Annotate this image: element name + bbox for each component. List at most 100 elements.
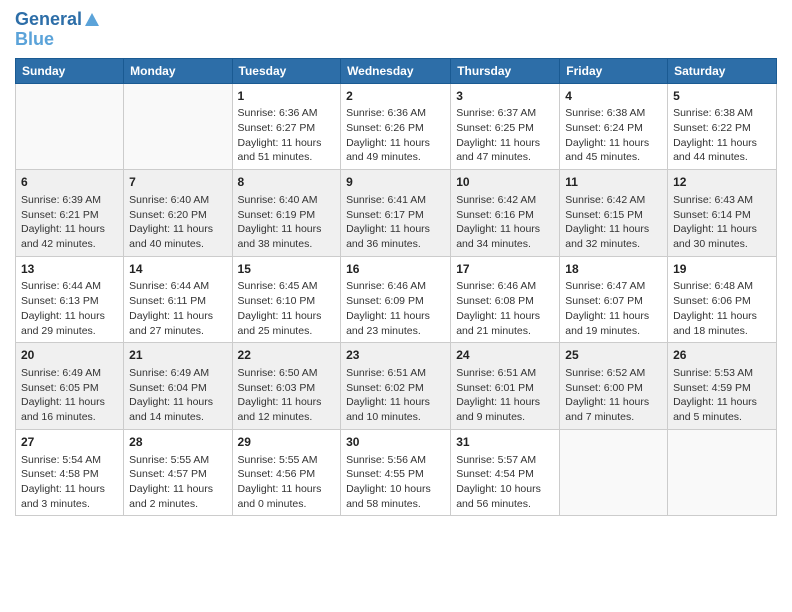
day-number: 16 — [346, 261, 445, 278]
daylight-text: Daylight: 11 hours and 7 minutes. — [565, 396, 649, 423]
daylight-text: Daylight: 11 hours and 9 minutes. — [456, 396, 540, 423]
day-number: 2 — [346, 88, 445, 105]
sunset-text: Sunset: 6:21 PM — [21, 209, 99, 221]
day-number: 21 — [129, 347, 226, 364]
calendar-cell: 15Sunrise: 6:45 AMSunset: 6:10 PMDayligh… — [232, 256, 341, 343]
daylight-text: Daylight: 11 hours and 44 minutes. — [673, 137, 757, 164]
logo-general: General — [15, 10, 82, 30]
sunrise-text: Sunrise: 5:57 AM — [456, 454, 536, 466]
daylight-text: Daylight: 11 hours and 23 minutes. — [346, 310, 430, 337]
calendar-cell: 9Sunrise: 6:41 AMSunset: 6:17 PMDaylight… — [341, 170, 451, 257]
sunrise-text: Sunrise: 6:40 AM — [238, 194, 318, 206]
sunset-text: Sunset: 6:17 PM — [346, 209, 424, 221]
sunrise-text: Sunrise: 6:44 AM — [21, 280, 101, 292]
sunrise-text: Sunrise: 5:56 AM — [346, 454, 426, 466]
sunrise-text: Sunrise: 5:54 AM — [21, 454, 101, 466]
sunset-text: Sunset: 6:07 PM — [565, 295, 643, 307]
day-number: 20 — [21, 347, 118, 364]
calendar-cell: 30Sunrise: 5:56 AMSunset: 4:55 PMDayligh… — [341, 429, 451, 516]
calendar-cell — [16, 83, 124, 170]
logo: General Blue — [15, 10, 100, 50]
calendar-cell: 25Sunrise: 6:52 AMSunset: 6:00 PMDayligh… — [560, 343, 668, 430]
day-number: 6 — [21, 174, 118, 191]
sunset-text: Sunset: 6:05 PM — [21, 382, 99, 394]
sunset-text: Sunset: 6:03 PM — [238, 382, 316, 394]
calendar-cell — [668, 429, 777, 516]
daylight-text: Daylight: 11 hours and 47 minutes. — [456, 137, 540, 164]
calendar-cell: 17Sunrise: 6:46 AMSunset: 6:08 PMDayligh… — [451, 256, 560, 343]
daylight-text: Daylight: 11 hours and 27 minutes. — [129, 310, 213, 337]
sunrise-text: Sunrise: 6:48 AM — [673, 280, 753, 292]
day-number: 23 — [346, 347, 445, 364]
day-number: 31 — [456, 434, 554, 451]
sunset-text: Sunset: 4:54 PM — [456, 468, 534, 480]
day-number: 29 — [238, 434, 336, 451]
sunrise-text: Sunrise: 6:52 AM — [565, 367, 645, 379]
day-number: 14 — [129, 261, 226, 278]
sunset-text: Sunset: 6:04 PM — [129, 382, 207, 394]
calendar-cell: 10Sunrise: 6:42 AMSunset: 6:16 PMDayligh… — [451, 170, 560, 257]
sunrise-text: Sunrise: 6:43 AM — [673, 194, 753, 206]
daylight-text: Daylight: 11 hours and 21 minutes. — [456, 310, 540, 337]
calendar-cell — [560, 429, 668, 516]
sunset-text: Sunset: 4:58 PM — [21, 468, 99, 480]
daylight-text: Daylight: 11 hours and 5 minutes. — [673, 396, 757, 423]
calendar-cell: 27Sunrise: 5:54 AMSunset: 4:58 PMDayligh… — [16, 429, 124, 516]
day-number: 24 — [456, 347, 554, 364]
sunrise-text: Sunrise: 6:40 AM — [129, 194, 209, 206]
calendar-cell: 28Sunrise: 5:55 AMSunset: 4:57 PMDayligh… — [124, 429, 232, 516]
day-header-sunday: Sunday — [16, 58, 124, 83]
sunset-text: Sunset: 6:22 PM — [673, 122, 751, 134]
sunset-text: Sunset: 6:14 PM — [673, 209, 751, 221]
daylight-text: Daylight: 11 hours and 0 minutes. — [238, 483, 322, 510]
sunset-text: Sunset: 6:09 PM — [346, 295, 424, 307]
sunrise-text: Sunrise: 6:51 AM — [346, 367, 426, 379]
sunset-text: Sunset: 4:56 PM — [238, 468, 316, 480]
sunrise-text: Sunrise: 6:38 AM — [673, 107, 753, 119]
sunset-text: Sunset: 6:02 PM — [346, 382, 424, 394]
daylight-text: Daylight: 11 hours and 16 minutes. — [21, 396, 105, 423]
calendar-cell: 23Sunrise: 6:51 AMSunset: 6:02 PMDayligh… — [341, 343, 451, 430]
calendar-cell: 20Sunrise: 6:49 AMSunset: 6:05 PMDayligh… — [16, 343, 124, 430]
day-header-thursday: Thursday — [451, 58, 560, 83]
daylight-text: Daylight: 11 hours and 51 minutes. — [238, 137, 322, 164]
calendar-cell — [124, 83, 232, 170]
calendar-week-5: 27Sunrise: 5:54 AMSunset: 4:58 PMDayligh… — [16, 429, 777, 516]
sunrise-text: Sunrise: 5:55 AM — [238, 454, 318, 466]
daylight-text: Daylight: 11 hours and 25 minutes. — [238, 310, 322, 337]
calendar-week-1: 1Sunrise: 6:36 AMSunset: 6:27 PMDaylight… — [16, 83, 777, 170]
calendar-cell: 8Sunrise: 6:40 AMSunset: 6:19 PMDaylight… — [232, 170, 341, 257]
sunset-text: Sunset: 6:15 PM — [565, 209, 643, 221]
calendar-cell: 1Sunrise: 6:36 AMSunset: 6:27 PMDaylight… — [232, 83, 341, 170]
day-number: 18 — [565, 261, 662, 278]
daylight-text: Daylight: 11 hours and 38 minutes. — [238, 223, 322, 250]
calendar-cell: 11Sunrise: 6:42 AMSunset: 6:15 PMDayligh… — [560, 170, 668, 257]
day-header-friday: Friday — [560, 58, 668, 83]
daylight-text: Daylight: 11 hours and 32 minutes. — [565, 223, 649, 250]
day-number: 19 — [673, 261, 771, 278]
day-number: 28 — [129, 434, 226, 451]
day-number: 13 — [21, 261, 118, 278]
sunset-text: Sunset: 6:27 PM — [238, 122, 316, 134]
calendar-cell: 7Sunrise: 6:40 AMSunset: 6:20 PMDaylight… — [124, 170, 232, 257]
logo-icon — [84, 12, 100, 28]
page: General Blue SundayMondayTuesdayWednesda… — [0, 0, 792, 612]
day-header-saturday: Saturday — [668, 58, 777, 83]
calendar-table: SundayMondayTuesdayWednesdayThursdayFrid… — [15, 58, 777, 517]
day-number: 26 — [673, 347, 771, 364]
day-number: 5 — [673, 88, 771, 105]
calendar-cell: 3Sunrise: 6:37 AMSunset: 6:25 PMDaylight… — [451, 83, 560, 170]
calendar-week-3: 13Sunrise: 6:44 AMSunset: 6:13 PMDayligh… — [16, 256, 777, 343]
day-number: 7 — [129, 174, 226, 191]
day-number: 11 — [565, 174, 662, 191]
sunrise-text: Sunrise: 5:53 AM — [673, 367, 753, 379]
sunset-text: Sunset: 6:25 PM — [456, 122, 534, 134]
sunrise-text: Sunrise: 6:51 AM — [456, 367, 536, 379]
sunrise-text: Sunrise: 6:39 AM — [21, 194, 101, 206]
day-number: 10 — [456, 174, 554, 191]
calendar-cell: 2Sunrise: 6:36 AMSunset: 6:26 PMDaylight… — [341, 83, 451, 170]
sunset-text: Sunset: 6:10 PM — [238, 295, 316, 307]
day-number: 30 — [346, 434, 445, 451]
sunrise-text: Sunrise: 6:46 AM — [456, 280, 536, 292]
sunrise-text: Sunrise: 6:49 AM — [129, 367, 209, 379]
